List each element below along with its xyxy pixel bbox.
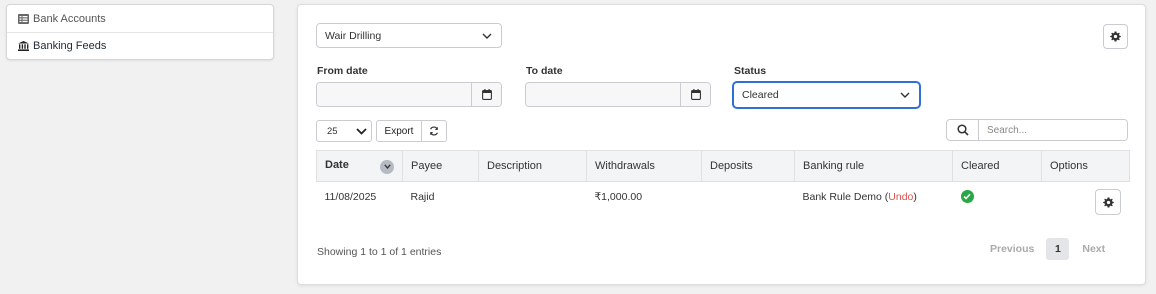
cell-date: 11/08/2025 (324, 190, 377, 203)
pagination-previous[interactable]: Previous (990, 243, 1034, 255)
column-header-payee[interactable]: Payee (402, 150, 479, 182)
row-options-button[interactable] (1095, 189, 1121, 215)
from-date-input[interactable] (317, 83, 471, 106)
column-header-description[interactable]: Description (478, 150, 587, 182)
chevron-down-icon (356, 127, 367, 135)
chevron-down-icon (482, 33, 492, 39)
nav-label-banking-feeds: Banking Feeds (33, 40, 107, 52)
from-date-label: From date (317, 65, 368, 77)
export-button[interactable]: Export (376, 120, 422, 142)
pagination-next[interactable]: Next (1082, 243, 1105, 255)
refresh-icon (430, 126, 438, 136)
page-length-value: 25 (327, 125, 338, 137)
to-date-label: To date (526, 65, 563, 77)
table-info: Showing 1 to 1 of 1 entries (317, 246, 442, 258)
pagination: Previous 1 Next (990, 238, 1105, 260)
column-label-date: Date (325, 158, 349, 171)
column-header-date[interactable]: Date (316, 150, 403, 182)
banking-rule-name: Bank Rule Demo (802, 190, 882, 203)
search-icon[interactable] (947, 120, 979, 140)
calendar-icon (481, 89, 492, 100)
column-header-withdrawals[interactable]: Withdrawals (586, 150, 702, 182)
cell-cleared (953, 182, 1042, 212)
column-header-options: Options (1041, 150, 1130, 182)
column-header-deposits[interactable]: Deposits (701, 150, 795, 182)
to-date-input[interactable] (526, 83, 680, 106)
search-box (946, 119, 1128, 141)
cell-withdrawals: ₹1,000.00 (594, 190, 643, 203)
list-icon (18, 13, 29, 24)
magnifier-icon (956, 124, 969, 136)
pagination-page-current[interactable]: 1 (1046, 238, 1070, 260)
banking-feeds-panel: Wair Drilling From date To date Status C… (297, 4, 1146, 285)
gear-icon (1102, 196, 1114, 208)
check-circle-icon (960, 190, 974, 204)
nav-label-bank-accounts: Bank Accounts (33, 12, 106, 25)
nav-item-banking-feeds[interactable]: Banking Feeds (7, 32, 273, 59)
settings-button[interactable] (1103, 24, 1128, 49)
from-date-field (316, 82, 502, 107)
column-header-cleared[interactable]: Cleared (952, 150, 1042, 182)
page-length-select[interactable]: 25 (316, 120, 372, 142)
cell-payee: Rajid (410, 190, 435, 203)
cell-deposits (702, 182, 795, 212)
refresh-button[interactable] (421, 120, 447, 142)
account-select[interactable]: Wair Drilling (316, 23, 502, 48)
table-row: 11/08/2025 Rajid ₹1,000.00 Bank Rule Dem… (317, 182, 1130, 212)
chevron-down-icon (900, 92, 910, 98)
bank-nav-card: Bank Accounts Banking Feeds (6, 4, 274, 60)
account-select-value: Wair Drilling (325, 29, 382, 42)
calendar-icon (690, 89, 701, 100)
gear-icon (1110, 31, 1121, 42)
from-date-calendar-button[interactable] (471, 83, 501, 106)
transactions-table: Date Payee Description Withdrawals Depos… (316, 150, 1130, 212)
status-select-value: Cleared (742, 89, 779, 101)
to-date-field (525, 82, 711, 107)
nav-item-bank-accounts[interactable]: Bank Accounts (7, 5, 273, 32)
search-input[interactable] (979, 120, 1127, 140)
cell-banking-rule: Bank Rule Demo (Undo) (802, 190, 917, 203)
column-header-banking-rule[interactable]: Banking rule (794, 150, 953, 182)
status-select[interactable]: Cleared (733, 82, 920, 108)
bank-icon (18, 41, 29, 51)
status-label: Status (734, 65, 767, 77)
undo-link[interactable]: Undo (888, 191, 913, 203)
cell-description (479, 182, 587, 212)
table-header-row: Date Payee Description Withdrawals Depos… (316, 150, 1130, 182)
to-date-calendar-button[interactable] (680, 83, 710, 106)
sort-down-icon[interactable] (380, 159, 394, 174)
